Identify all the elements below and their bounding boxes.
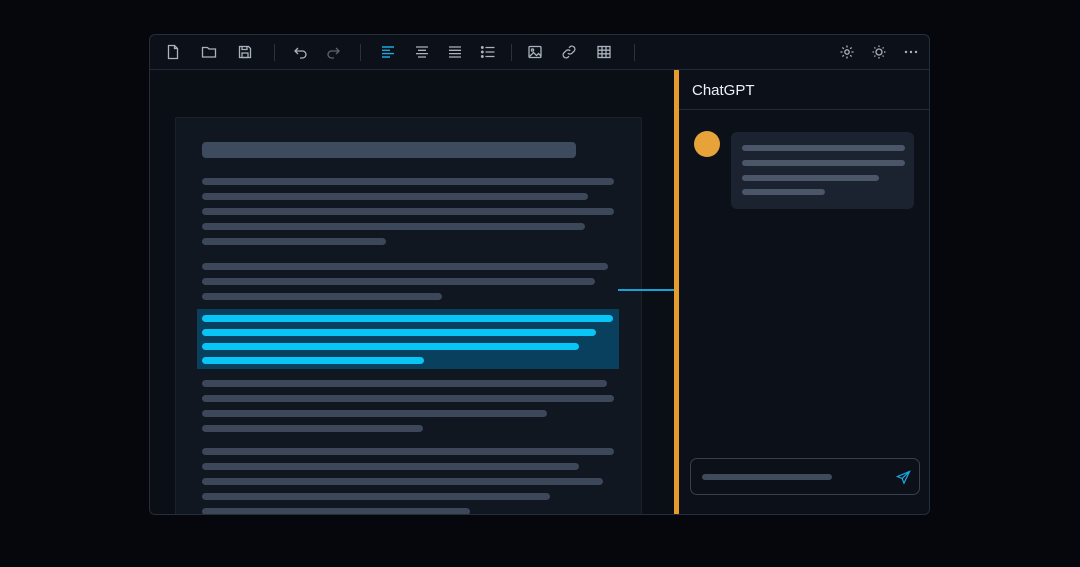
chat-panel: ChatGPT — [679, 70, 929, 514]
chat-input-placeholder — [702, 474, 832, 480]
toolbar-separator — [360, 44, 361, 61]
save-icon[interactable] — [237, 44, 253, 60]
text-line — [202, 448, 614, 455]
chat-title: ChatGPT — [692, 82, 755, 99]
text-line — [202, 380, 607, 387]
redo-icon[interactable] — [325, 44, 341, 60]
selected-text-line — [202, 315, 613, 322]
chat-header: ChatGPT — [679, 70, 929, 110]
open-folder-icon[interactable] — [201, 44, 217, 60]
text-line — [202, 223, 585, 230]
image-icon[interactable] — [527, 44, 543, 60]
text-line — [202, 463, 579, 470]
selected-text-line — [202, 357, 424, 364]
text-line — [202, 178, 614, 185]
text-line — [202, 238, 386, 245]
send-icon[interactable] — [896, 470, 911, 485]
message-line — [742, 145, 905, 151]
chat-input[interactable] — [690, 458, 920, 495]
document-page[interactable] — [175, 117, 642, 514]
text-line — [202, 293, 442, 300]
text-line — [202, 493, 550, 500]
assistant-avatar — [694, 131, 720, 157]
selection-connector — [618, 289, 674, 291]
text-line — [202, 478, 603, 485]
chat-message-bubble — [731, 132, 914, 209]
text-line — [202, 263, 608, 270]
message-line — [742, 189, 825, 195]
align-left-icon[interactable] — [380, 44, 396, 60]
text-line — [202, 425, 423, 432]
toolbar-separator — [634, 44, 635, 61]
settings-icon[interactable] — [839, 44, 855, 60]
selected-text-line — [202, 329, 596, 336]
document-title-placeholder — [202, 142, 576, 158]
undo-icon[interactable] — [293, 44, 309, 60]
toolbar — [150, 35, 929, 70]
message-line — [742, 160, 905, 166]
text-line — [202, 410, 547, 417]
text-line — [202, 395, 614, 402]
align-center-icon[interactable] — [414, 44, 430, 60]
toolbar-separator — [511, 44, 512, 61]
selected-text-line — [202, 343, 579, 350]
link-icon[interactable] — [561, 44, 577, 60]
text-line — [202, 508, 470, 514]
document-area — [150, 70, 674, 514]
theme-icon[interactable] — [871, 44, 887, 60]
new-file-icon[interactable] — [165, 44, 181, 60]
text-line — [202, 278, 595, 285]
more-icon[interactable] — [903, 44, 919, 60]
toolbar-separator — [274, 44, 275, 61]
align-justify-icon[interactable] — [447, 44, 463, 60]
message-line — [742, 175, 879, 181]
list-icon[interactable] — [480, 44, 496, 60]
table-icon[interactable] — [596, 44, 612, 60]
text-line — [202, 193, 588, 200]
editor-window: ChatGPT — [149, 34, 930, 515]
text-line — [202, 208, 614, 215]
